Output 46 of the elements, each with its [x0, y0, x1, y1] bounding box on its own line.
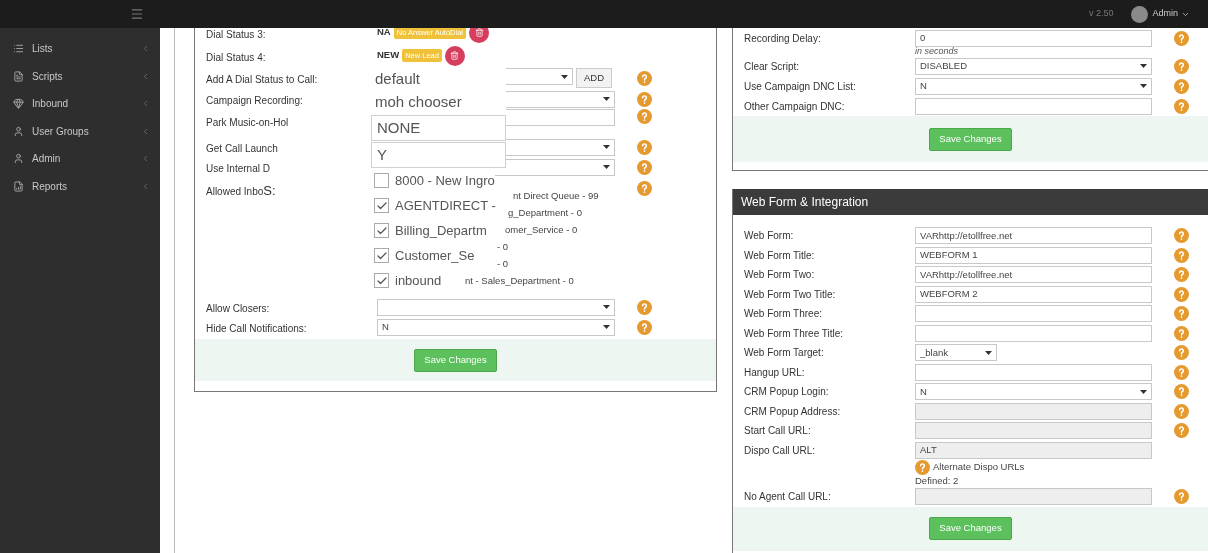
- inbound-group-text: - 0: [497, 257, 510, 271]
- field-label: Park Music-on-Hol: [206, 117, 289, 128]
- sidebar-label: Inbound: [32, 97, 70, 112]
- field-label: Web Form Two Title:: [744, 287, 837, 302]
- field-label: Campaign Recording:: [206, 95, 303, 106]
- inbound-group-text: - 0: [497, 240, 510, 254]
- field-label: Add A Dial Status to Call:: [206, 74, 318, 85]
- note-text: Defined: 2: [915, 474, 960, 487]
- field-label: Hide Call Notifications:: [206, 323, 307, 334]
- field-label: Recording Delay:: [744, 31, 822, 46]
- field-label: Web Form Target:: [744, 346, 825, 361]
- field-label: Get Call Launch: [206, 143, 278, 154]
- inbound-group-text: nt Direct Queue - 99: [513, 189, 600, 203]
- field-label: Use Internal D: [206, 163, 270, 174]
- field-label: Web Form Three Title:: [744, 326, 845, 341]
- field-label: Dial Status 3:: [206, 28, 266, 40]
- panel-header: Web Form & Integration: [733, 189, 1208, 215]
- field-label-fragment: S:: [263, 182, 276, 200]
- field-label: Hangup URL:: [744, 365, 806, 380]
- field-label: Dispo Call URL:: [744, 443, 817, 458]
- field-label: Allow Closers:: [206, 303, 270, 314]
- field-label: Dial Status 4:: [206, 51, 266, 63]
- field-label: Web Form Three:: [744, 307, 823, 322]
- inbound-group-text: nt - Sales_Department - 0: [465, 274, 575, 288]
- field-label: Start Call URL:: [744, 424, 812, 439]
- field-label: Web Form Two:: [744, 268, 816, 283]
- field-label: Allowed Inbo: [206, 185, 264, 199]
- field-label: CRM Popup Address:: [744, 404, 842, 419]
- sidebar-label: Lists: [32, 42, 54, 57]
- sidebar-label: Scripts: [32, 69, 64, 84]
- field-label: Clear Script:: [744, 59, 800, 74]
- inbound-group-text: omer_Service - 0: [505, 223, 579, 237]
- field-label: Other Campaign DNC:: [744, 99, 846, 114]
- sidebar-label: User Groups: [32, 124, 90, 139]
- status-code: NEW: [377, 48, 400, 63]
- sidebar-label: Reports: [32, 179, 68, 194]
- field-label: Web Form:: [744, 229, 795, 244]
- field-label: CRM Popup Login:: [744, 385, 830, 400]
- version-text: v 2.50: [1088, 7, 1114, 21]
- inbound-group-text: g_Department - 0: [508, 206, 583, 220]
- field-label: Use Campaign DNC List:: [744, 79, 857, 94]
- hint-text: in seconds: [915, 46, 960, 56]
- status-code: NA: [377, 28, 391, 40]
- field-label: Web Form Title:: [744, 248, 816, 263]
- sidebar-label: Admin: [32, 152, 62, 167]
- field-label: No Agent Call URL:: [744, 490, 832, 505]
